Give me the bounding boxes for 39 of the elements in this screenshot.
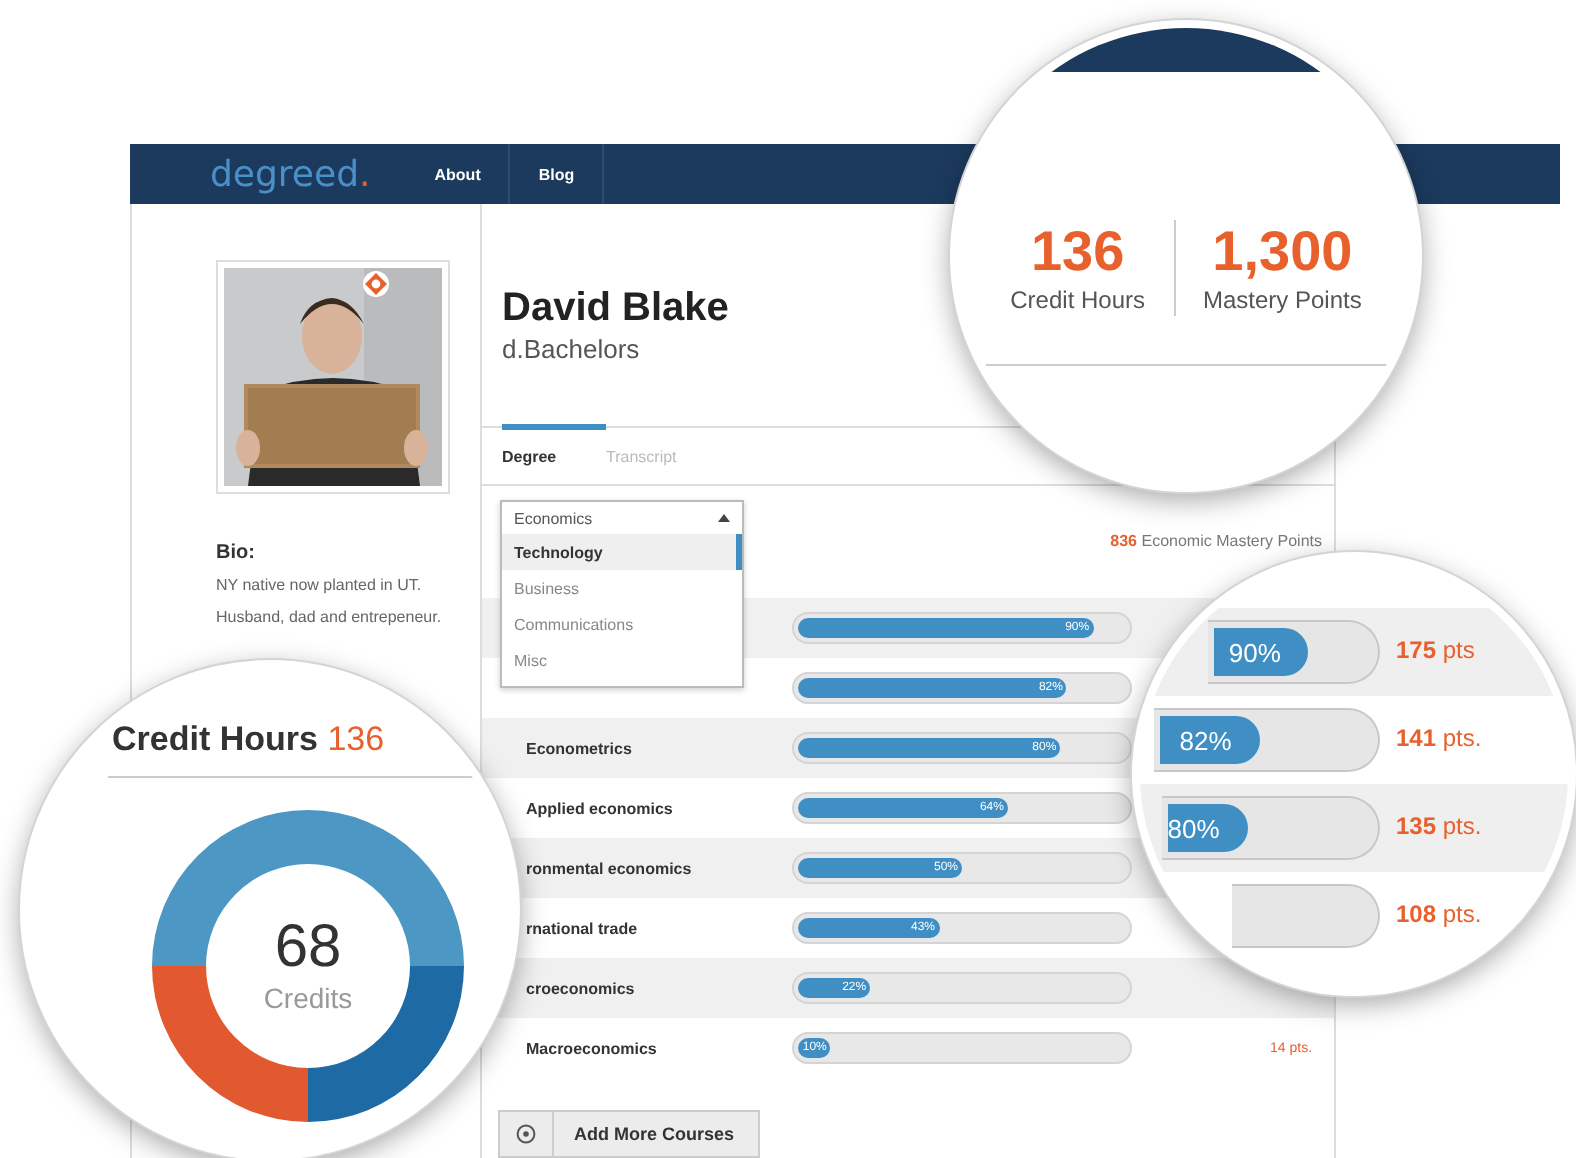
credit-hours-heading: Credit Hours 136 [112, 720, 385, 760]
nav-link[interactable]: About [406, 144, 511, 204]
progress-percent: 80% [1167, 813, 1222, 843]
course-name: rnational trade [526, 919, 638, 937]
stat-value: 1,300 [1212, 220, 1353, 284]
dropdown-value: Economics [514, 509, 593, 527]
degree-title: d.Bachelors [502, 332, 640, 366]
stat-value: 136 [1030, 220, 1125, 284]
progress-percent: 90% [1228, 637, 1283, 667]
circle-dot-icon [516, 1124, 536, 1144]
dropdown-option[interactable]: Business [502, 570, 742, 606]
course-name: Macroeconomics [526, 1039, 657, 1057]
dropdown-option[interactable]: Communications [502, 606, 742, 642]
nav-link[interactable]: Blog [510, 144, 605, 204]
bio-text: NY native now planted in UT. [216, 574, 424, 598]
caret-icon [718, 514, 730, 522]
tab[interactable]: Degree [502, 424, 606, 484]
dropdown-option[interactable]: Misc [502, 642, 742, 678]
progress-percent: 82% [1179, 725, 1234, 755]
course-points: 175 pts [1396, 636, 1475, 664]
subject-dropdown[interactable]: Economics Technology Business Communications Misc [500, 500, 744, 688]
course-points: 135 pts. [1396, 812, 1482, 840]
course-name: Econometrics [526, 739, 632, 757]
badge-icon [362, 270, 390, 298]
course-points: 141 pts. [1396, 724, 1482, 752]
course-name: croeconomics [526, 979, 635, 997]
credits-label: Credits [263, 980, 353, 1016]
dropdown-option[interactable]: Technology [502, 534, 742, 570]
bio-heading: Bio: [216, 542, 257, 564]
stat-label: Mastery Points [1203, 284, 1362, 316]
course-points: 108 pts. [1396, 900, 1482, 928]
add-courses-button[interactable]: Add More Courses [498, 1110, 761, 1158]
credits-value: 68 [274, 916, 342, 980]
mastery-points-summary: 836 Economic Mastery Points [1110, 532, 1322, 550]
profile-name: David Blake [502, 284, 729, 332]
course-name: Applied economics [526, 799, 673, 817]
course-name: ronmental economics [526, 859, 692, 877]
bio-text: Husband, dad and entrepeneur. [216, 606, 444, 630]
stat-label: Credit Hours [1010, 284, 1145, 316]
